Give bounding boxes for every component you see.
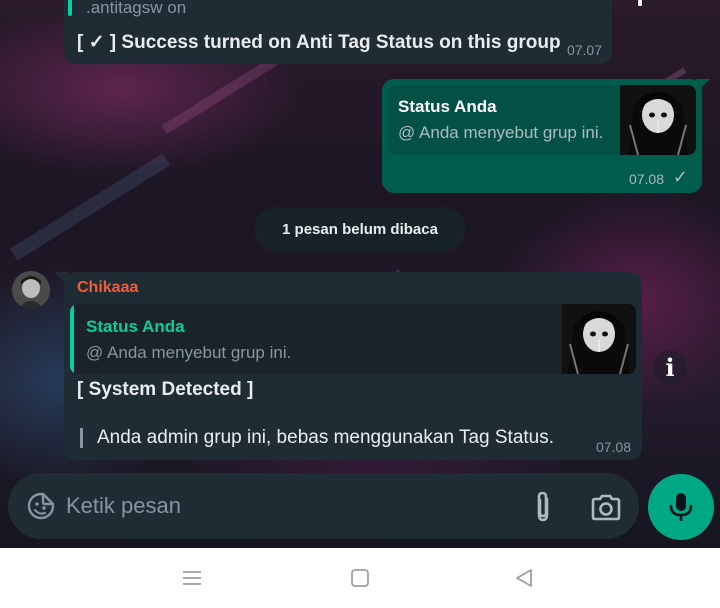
microphone-icon [669, 493, 693, 521]
message-bubble-outgoing[interactable]: Status Anda @ Anda menyebut grup ini. 07… [382, 79, 702, 193]
message-bubble-incoming[interactable]: Chikaaa Status Anda @ Anda menyebut grup… [64, 272, 642, 460]
avatar-image [12, 271, 50, 309]
recent-apps-icon[interactable] [180, 566, 204, 590]
voice-message-button[interactable] [648, 474, 714, 540]
status-reply-preview[interactable]: Status Anda @ Anda menyebut grup ini. [70, 304, 636, 374]
message-text: [ ✓ ] Success turned on Anti Tag Status … [77, 32, 561, 53]
back-icon[interactable] [512, 566, 536, 590]
camera-icon[interactable] [590, 493, 622, 521]
quote-strip [70, 304, 74, 374]
message-input[interactable] [66, 485, 506, 527]
message-text: Anda admin grup ini, bebas menggunakan T… [97, 427, 555, 448]
message-bubble-incoming[interactable]: .antitagsw on [ ✓ ] Success turned on An… [64, 0, 612, 64]
reply-subtitle: @ Anda menyebut grup ini. [86, 343, 292, 362]
home-icon[interactable] [348, 566, 372, 590]
wallpaper-streak [9, 153, 171, 261]
status-thumbnail [562, 304, 636, 374]
menu-dots-icon[interactable] [638, 0, 642, 6]
reply-title: Status Anda [86, 317, 185, 336]
message-time: 07.08 [628, 171, 664, 187]
system-navigation-bar [0, 548, 720, 608]
reply-subtitle: @ Anda menyebut grup ini. [398, 123, 604, 142]
message-composer [8, 473, 639, 539]
sender-name[interactable]: Chikaaa [77, 279, 138, 297]
reply-title: Status Anda [398, 97, 497, 116]
paperclip-icon[interactable] [528, 490, 558, 524]
quoted-command: .antitagsw on [86, 0, 187, 17]
sent-check-icon: ✓ [672, 167, 688, 187]
quote-strip [68, 0, 72, 16]
sticker-icon[interactable] [26, 491, 56, 521]
status-thumbnail [620, 85, 696, 155]
unread-messages-indicator: 1 pesan belum dibaca [254, 207, 466, 251]
status-reply-preview[interactable]: Status Anda @ Anda menyebut grup ini. [388, 85, 696, 155]
info-button[interactable]: i [653, 350, 687, 384]
message-time: 07.07 [566, 42, 602, 58]
quote-bar [80, 428, 83, 448]
message-heading: [ System Detected ] [77, 379, 254, 400]
message-time: 07.08 [595, 439, 631, 455]
sender-avatar[interactable] [12, 271, 50, 309]
